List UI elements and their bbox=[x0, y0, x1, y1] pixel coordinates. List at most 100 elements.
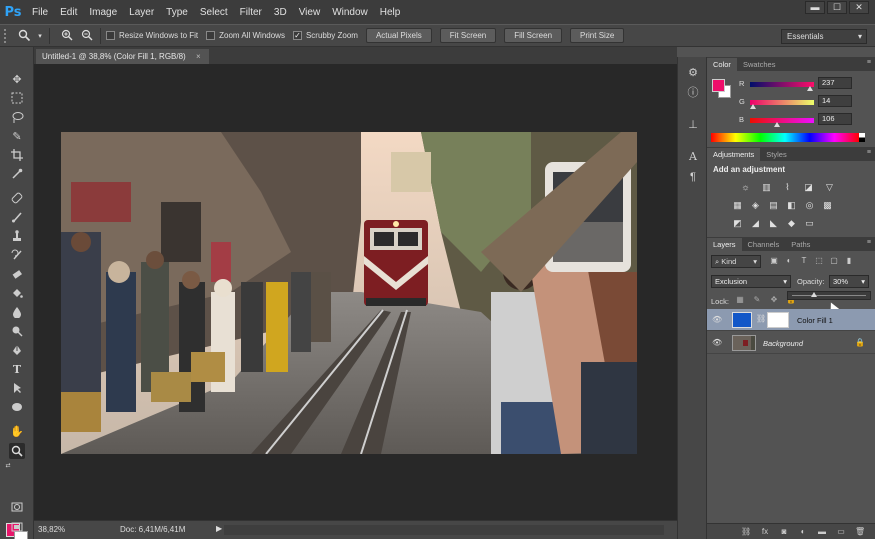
new-group-icon[interactable]: ▬ bbox=[817, 527, 827, 537]
scrubby-zoom-option[interactable]: ✓ Scrubby Zoom bbox=[292, 31, 358, 40]
healing-brush-tool-icon[interactable] bbox=[9, 190, 25, 206]
tab-layers[interactable]: Layers bbox=[707, 238, 742, 251]
crop-tool-icon[interactable] bbox=[9, 147, 25, 163]
zoom-all-checkbox[interactable] bbox=[206, 31, 216, 40]
tab-color[interactable]: Color bbox=[707, 58, 737, 71]
brush-tool-icon[interactable] bbox=[9, 209, 25, 225]
add-mask-icon[interactable]: ◙ bbox=[779, 527, 789, 537]
type-tool-icon[interactable]: T bbox=[9, 361, 25, 377]
green-channel-slider[interactable] bbox=[750, 100, 814, 105]
filter-toggle-icon[interactable]: ▮ bbox=[844, 256, 854, 266]
paragraph-panel-icon[interactable]: ¶ bbox=[685, 169, 701, 185]
pen-tool-icon[interactable] bbox=[9, 342, 25, 358]
tab-styles[interactable]: Styles bbox=[760, 148, 792, 161]
posterize-icon[interactable]: ◢ bbox=[749, 217, 762, 229]
vibrance-icon[interactable]: ▦ bbox=[731, 199, 744, 211]
layer-kind-filter[interactable]: ⌕ Kind ▾ bbox=[711, 255, 761, 268]
zoom-level[interactable]: 38,82% bbox=[38, 525, 65, 534]
selective-color-icon[interactable]: ◆ bbox=[785, 217, 798, 229]
background-layer-thumbnail[interactable] bbox=[732, 335, 756, 351]
panel-menu-icon[interactable]: ≡ bbox=[867, 149, 871, 156]
opacity-slider-thumb[interactable] bbox=[811, 292, 818, 297]
blur-tool-icon[interactable] bbox=[9, 304, 25, 320]
brush-presets-icon[interactable]: ⊥ bbox=[685, 117, 701, 133]
actual-pixels-button[interactable]: Actual Pixels bbox=[365, 28, 432, 43]
panel-menu-icon[interactable]: ≡ bbox=[867, 239, 871, 246]
layer-style-icon[interactable]: fx bbox=[760, 527, 770, 537]
blue-slider-thumb[interactable] bbox=[773, 122, 780, 127]
eraser-tool-icon[interactable] bbox=[9, 266, 25, 282]
panel-menu-icon[interactable]: ≡ bbox=[867, 59, 871, 66]
fill-screen-button[interactable]: Fill Screen bbox=[504, 28, 563, 43]
pixel-filter-icon[interactable]: ▣ bbox=[769, 256, 779, 266]
green-channel-value[interactable]: 14 bbox=[818, 95, 852, 107]
horizontal-scrollbar[interactable] bbox=[224, 525, 664, 535]
layer-row-background[interactable]: 👁 Background 🔒 bbox=[707, 332, 875, 354]
menu-window[interactable]: Window bbox=[326, 7, 374, 18]
curves-icon[interactable]: ⌇ bbox=[781, 181, 794, 193]
lasso-tool-icon[interactable] bbox=[9, 109, 25, 125]
color-spectrum-ramp[interactable] bbox=[711, 133, 865, 142]
exposure-icon[interactable]: ◪ bbox=[802, 181, 815, 193]
photo-filter-icon[interactable]: ◎ bbox=[803, 199, 816, 211]
lock-position-icon[interactable]: ✥ bbox=[769, 295, 779, 305]
tab-swatches[interactable]: Swatches bbox=[737, 58, 782, 71]
quick-mask-icon[interactable] bbox=[9, 499, 25, 515]
move-tool-icon[interactable]: ✥ bbox=[9, 71, 25, 87]
dodge-tool-icon[interactable] bbox=[9, 323, 25, 339]
character-panel-icon[interactable]: A bbox=[685, 149, 701, 165]
menu-edit[interactable]: Edit bbox=[54, 7, 83, 18]
menu-layer[interactable]: Layer bbox=[123, 7, 160, 18]
close-button[interactable]: ✕ bbox=[849, 1, 869, 14]
menu-file[interactable]: File bbox=[26, 7, 54, 18]
black-white-icon[interactable]: ◧ bbox=[785, 199, 798, 211]
threshold-icon[interactable]: ◣ bbox=[767, 217, 780, 229]
paint-bucket-tool-icon[interactable] bbox=[9, 285, 25, 301]
menu-image[interactable]: Image bbox=[83, 7, 123, 18]
history-brush-tool-icon[interactable] bbox=[9, 247, 25, 263]
visibility-eye-icon[interactable]: 👁 bbox=[712, 315, 722, 325]
layer-row-color-fill[interactable]: 👁 ⛓ Color Fill 1 bbox=[707, 309, 875, 331]
resize-windows-option[interactable]: Resize Windows to Fit bbox=[106, 31, 198, 40]
layer-name[interactable]: Color Fill 1 bbox=[797, 316, 833, 325]
print-size-button[interactable]: Print Size bbox=[570, 28, 625, 43]
color-balance-icon[interactable]: ▤ bbox=[767, 199, 780, 211]
tab-channels[interactable]: Channels bbox=[742, 238, 786, 251]
hand-tool-icon[interactable]: ✋ bbox=[9, 423, 25, 439]
zoom-tool-preset-icon[interactable] bbox=[16, 28, 32, 44]
adjustment-filter-icon[interactable]: ◐ bbox=[784, 256, 794, 266]
brightness-icon[interactable]: ☼ bbox=[739, 181, 752, 193]
menu-help[interactable]: Help bbox=[374, 7, 407, 18]
delete-layer-icon[interactable]: 🗑 bbox=[855, 527, 865, 537]
zoom-tool-icon[interactable] bbox=[9, 443, 25, 459]
hue-saturation-icon[interactable]: ◈ bbox=[749, 199, 762, 211]
type-filter-icon[interactable]: T bbox=[799, 256, 809, 266]
opacity-field[interactable]: 30% ▾ bbox=[829, 275, 869, 288]
layer-name[interactable]: Background bbox=[763, 339, 803, 348]
fit-screen-button[interactable]: Fit Screen bbox=[439, 28, 497, 43]
channel-mixer-icon[interactable]: ▩ bbox=[821, 199, 834, 211]
link-layers-icon[interactable]: ⛓ bbox=[741, 527, 751, 537]
color-foreground-swatch[interactable] bbox=[712, 79, 725, 92]
blue-channel-slider[interactable] bbox=[750, 118, 814, 123]
document-image[interactable] bbox=[61, 132, 637, 454]
chevron-down-icon[interactable]: ▾ bbox=[36, 28, 44, 44]
quick-selection-tool-icon[interactable]: ✎ bbox=[9, 128, 25, 144]
scrubby-zoom-checkbox[interactable]: ✓ bbox=[292, 31, 302, 40]
menu-select[interactable]: Select bbox=[194, 7, 234, 18]
screen-mode-icon[interactable] bbox=[9, 519, 25, 535]
canvas-area[interactable] bbox=[34, 64, 677, 520]
history-panel-icon[interactable]: ⚙ bbox=[685, 65, 701, 81]
invert-icon[interactable]: ◩ bbox=[731, 217, 744, 229]
swap-colors-icon[interactable]: ⇄ bbox=[4, 461, 12, 469]
menu-view[interactable]: View bbox=[293, 7, 327, 18]
minimize-button[interactable]: ▬ bbox=[805, 1, 825, 14]
red-channel-slider[interactable] bbox=[750, 82, 814, 87]
marquee-tool-icon[interactable] bbox=[9, 90, 25, 106]
status-menu-icon[interactable]: ▶ bbox=[216, 524, 222, 533]
tab-paths[interactable]: Paths bbox=[785, 238, 816, 251]
path-selection-tool-icon[interactable] bbox=[9, 380, 25, 396]
document-tab[interactable]: Untitled-1 @ 38,8% (Color Fill 1, RGB/8)… bbox=[36, 49, 209, 64]
maximize-button[interactable]: ☐ bbox=[827, 1, 847, 14]
lock-pixels-icon[interactable]: ✎ bbox=[752, 295, 762, 305]
